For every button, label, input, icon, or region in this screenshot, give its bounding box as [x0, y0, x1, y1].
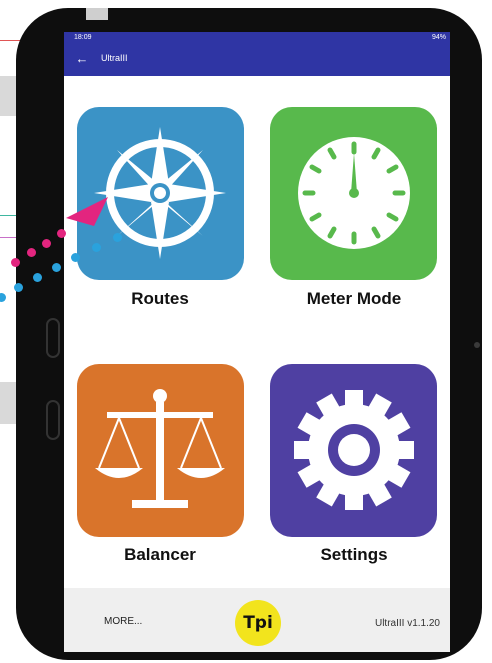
battery-level: 94% — [431, 34, 446, 41]
app-screen: 18:09 94% ← UltraIII Routes Meter Mode B… — [64, 32, 450, 652]
gauge-icon — [298, 137, 410, 249]
pointer-dot-pink — [57, 229, 66, 238]
pointer-dot-blue — [113, 233, 122, 242]
camera-dot — [474, 342, 480, 348]
meter-mode-tile[interactable] — [270, 107, 437, 280]
pointer-dot-blue — [52, 263, 61, 272]
balance-scale-icon — [95, 389, 225, 508]
pointer-dot-blue — [33, 273, 42, 282]
tablet-top-edge — [86, 8, 108, 20]
side-button — [46, 318, 60, 358]
meter-mode-label[interactable]: Meter Mode — [254, 289, 450, 309]
routes-tile[interactable] — [77, 107, 244, 280]
more-link[interactable]: MORE... — [104, 616, 142, 627]
app-bar: ← UltraIII — [64, 44, 450, 76]
pointer-dot-blue — [92, 243, 101, 252]
pointer-dot-pink — [27, 248, 36, 257]
app-title: UltraIII — [101, 53, 128, 63]
settings-label[interactable]: Settings — [254, 545, 450, 565]
footer-bar: MORE... Tpi UltraIII v1.1.20 — [64, 588, 450, 652]
balancer-label[interactable]: Balancer — [64, 545, 260, 565]
status-bar: 18:09 94% — [64, 32, 450, 44]
tpi-logo: Tpi — [235, 600, 281, 646]
version-label: UltraIII v1.1.20 — [374, 618, 440, 629]
pointer-dot-blue — [71, 253, 80, 262]
settings-tile[interactable] — [270, 364, 437, 537]
pointer-dot-blue — [14, 283, 23, 292]
side-button — [46, 400, 60, 440]
pointer-dot-pink — [42, 239, 51, 248]
status-time: 18:09 — [74, 34, 92, 41]
pointer-dot-pink — [11, 258, 20, 267]
balancer-tile[interactable] — [77, 364, 244, 537]
compass-icon — [94, 127, 226, 259]
arrow-left-icon[interactable]: ← — [74, 51, 90, 67]
routes-label[interactable]: Routes — [64, 289, 260, 309]
logo-text: Tpi — [243, 613, 273, 633]
gear-icon — [294, 390, 414, 510]
